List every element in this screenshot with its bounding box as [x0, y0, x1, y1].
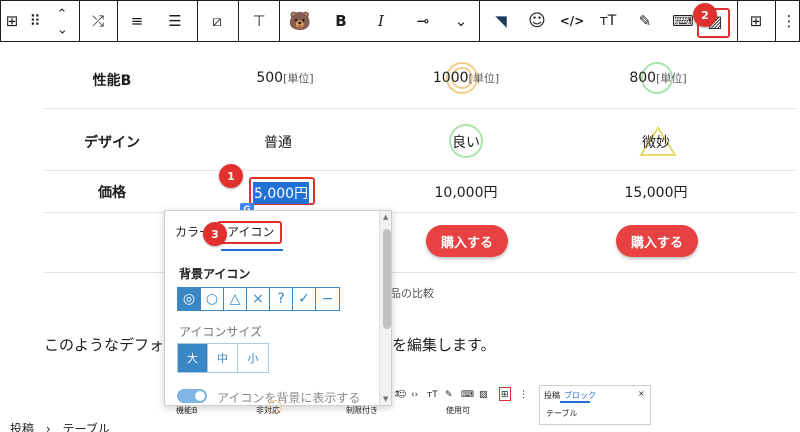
- text-size-icon: тT: [427, 390, 438, 400]
- table-cell[interactable]: 微妙: [642, 132, 670, 152]
- icon-size-title: アイコンサイズ: [179, 325, 263, 339]
- highlighter-icon: ✎: [445, 390, 453, 400]
- selected-cell[interactable]: 5,000円: [249, 177, 315, 205]
- more-options-icon[interactable]: ⋮: [779, 1, 799, 41]
- buy-button[interactable]: 購入する: [426, 225, 508, 257]
- table-caption: 品の比較: [390, 287, 434, 300]
- table-cell[interactable]: 1000[単位]: [433, 70, 499, 86]
- code-icon: ‹›: [411, 390, 419, 400]
- keyboard-icon: ⌨: [461, 390, 474, 400]
- breadcrumb-separator-icon: ›: [45, 422, 51, 432]
- row-label-price: 価格: [98, 185, 126, 201]
- show-icon-toggle[interactable]: [177, 389, 207, 403]
- bold-icon[interactable]: B: [329, 1, 353, 41]
- more-options-icon: ⋮: [519, 390, 528, 400]
- close-icon: ×: [638, 389, 645, 398]
- breadcrumb: 投稿 › テーブル: [10, 420, 110, 432]
- popover-scrollbar[interactable]: ▲ ▼: [379, 211, 391, 405]
- show-icon-toggle-label: アイコンを背景に表示する: [217, 391, 361, 405]
- table-row-divider: [44, 170, 796, 171]
- cross-option[interactable]: ×: [247, 288, 270, 310]
- step-badge-2: 2: [693, 3, 717, 27]
- check-option[interactable]: ✓: [293, 288, 316, 310]
- background-icon-picker: ◎ ○ △ × ? ✓ −: [177, 287, 340, 311]
- scrollbar-thumb[interactable]: [383, 229, 391, 329]
- block-toolbar: ⊞ ⠿ ⌃ ⌃ ⤮ ≡ ☰ ⧄ ⊤ 🐻 B I ⊸ ⌄ ◥ ☺ </> тT ✎ …: [0, 0, 800, 42]
- icon-settings-popover: カラー アイコン 背景アイコン ◎ ○ △ × ? ✓ − アイコンサイズ 大 …: [164, 210, 392, 406]
- table-cell[interactable]: 良い: [452, 132, 480, 152]
- selected-text[interactable]: 5,000円: [253, 182, 310, 204]
- cell-icon-setting-icon: ▨: [479, 390, 488, 400]
- link-icon[interactable]: ⊸: [409, 1, 437, 41]
- size-large[interactable]: 大: [178, 344, 208, 372]
- scroll-down-icon[interactable]: ▼: [383, 395, 388, 403]
- table-cell[interactable]: 10,000円: [435, 182, 498, 202]
- breadcrumb-table[interactable]: テーブル: [62, 422, 109, 432]
- size-small[interactable]: 小: [238, 344, 268, 372]
- paragraph-text-tail[interactable]: れを編集します。: [377, 334, 496, 355]
- code-icon[interactable]: </>: [557, 1, 587, 41]
- no-color-icon[interactable]: ⧄: [203, 1, 231, 41]
- thumb-cell: 非対応: [256, 406, 280, 415]
- paragraph-text[interactable]: このようなデフォ: [44, 334, 164, 355]
- more-chevron-icon[interactable]: ⌄: [449, 1, 473, 41]
- size-medium[interactable]: 中: [208, 344, 238, 372]
- thumb-cell: 制限付き: [346, 406, 378, 415]
- table-cell[interactable]: 500[単位]: [256, 70, 313, 86]
- thumb-tab-post: 投稿: [544, 391, 560, 400]
- triangle-option[interactable]: △: [224, 288, 247, 310]
- keyboard-icon[interactable]: ⌨: [669, 1, 697, 41]
- popover-tabs: カラー アイコン: [165, 219, 375, 253]
- table-cell[interactable]: 800[単位]: [629, 70, 686, 86]
- table-cell[interactable]: 普通: [264, 132, 292, 152]
- thumb-row-label: 機能B: [176, 406, 198, 415]
- minus-option[interactable]: −: [316, 288, 339, 310]
- table-cell[interactable]: 15,000円: [625, 182, 688, 202]
- icon-size-picker: 大 中 小: [177, 343, 269, 373]
- table-row-divider: [44, 212, 796, 213]
- question-option[interactable]: ?: [270, 288, 293, 310]
- breadcrumb-post[interactable]: 投稿: [10, 422, 34, 432]
- buy-button[interactable]: 購入する: [616, 225, 698, 257]
- thumb-cell: 使用可: [446, 406, 470, 415]
- active-tab-underline: [221, 249, 283, 251]
- align-center-icon[interactable]: ≡: [123, 1, 151, 41]
- highlighter-icon[interactable]: ✎: [631, 1, 659, 41]
- scroll-up-icon[interactable]: ▲: [383, 213, 388, 221]
- italic-icon[interactable]: I: [369, 1, 393, 41]
- row-label-design: デザイン: [84, 135, 140, 151]
- thumb-tab-block: ブロック: [564, 391, 596, 400]
- thumb-tab-underline: [560, 401, 590, 403]
- emoji-icon[interactable]: ☺: [523, 1, 551, 41]
- align-text-icon[interactable]: ☰: [161, 1, 189, 41]
- transform-icon[interactable]: ⤮: [85, 1, 111, 41]
- bear-plugin-icon[interactable]: 🐻: [285, 1, 315, 41]
- brush-icon[interactable]: ◥: [487, 1, 515, 41]
- emoji-icon: ☺: [397, 390, 407, 400]
- step-badge-3: 3: [203, 222, 227, 246]
- circle-option[interactable]: ○: [201, 288, 224, 310]
- table-settings-icon[interactable]: ⊞: [743, 1, 769, 41]
- move-up-down-icon[interactable]: ⌃ ⌃: [51, 1, 73, 41]
- thumb-panel-item: テーブル: [546, 409, 578, 418]
- table-row-divider: [44, 108, 796, 109]
- thumb-highlight-box: [499, 387, 511, 401]
- double-circle-option[interactable]: ◎: [178, 288, 201, 310]
- background-icon-title: 背景アイコン: [179, 267, 251, 281]
- step-badge-1: 1: [219, 164, 243, 188]
- table-row-divider: [44, 272, 796, 273]
- table-icon[interactable]: ⊞: [1, 1, 23, 41]
- text-size-icon[interactable]: тT: [593, 1, 623, 41]
- thumb-settings-panel: 投稿 ブロック × テーブル: [539, 385, 651, 425]
- row-label-performance-b: 性能B: [92, 73, 132, 89]
- vertical-align-icon[interactable]: ⊤: [245, 1, 273, 41]
- drag-handle-icon[interactable]: ⠿: [27, 1, 43, 41]
